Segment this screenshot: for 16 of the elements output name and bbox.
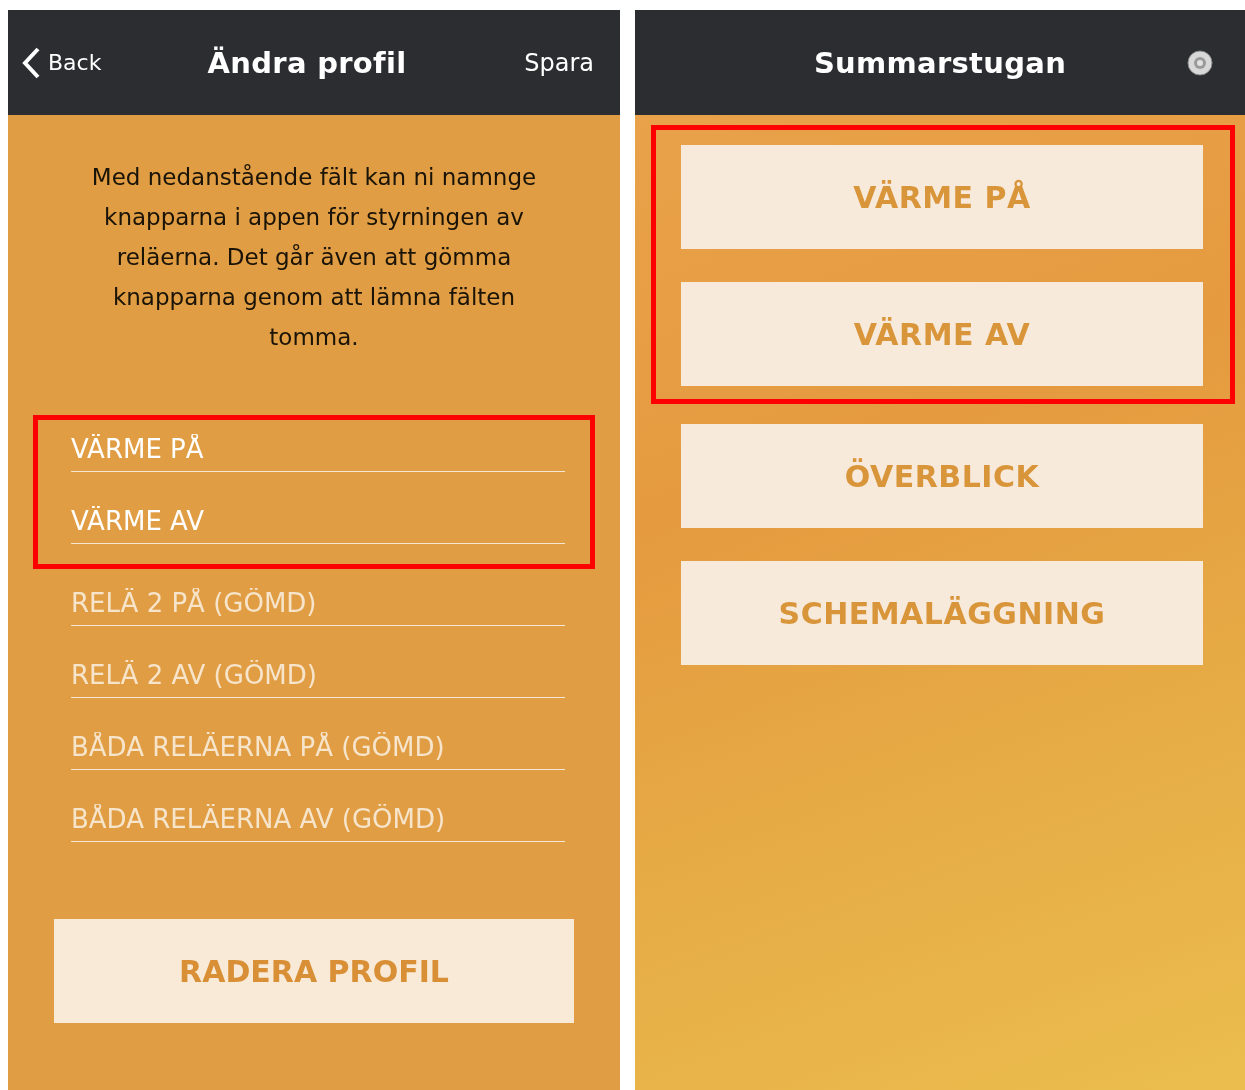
- screen-title: Ändra profil: [207, 45, 407, 80]
- input-field[interactable]: RELÄ 2 AV (GÖMD): [71, 652, 565, 698]
- delete-profile-button[interactable]: RADERA PROFIL: [54, 919, 574, 1023]
- menu-button[interactable]: SCHEMALÄGGNING: [681, 561, 1203, 665]
- menu-button[interactable]: VÄRME PÅ: [681, 145, 1203, 249]
- input-field[interactable]: VÄRME PÅ: [71, 426, 565, 472]
- input-field[interactable]: BÅDA RELÄERNA AV (GÖMD): [71, 796, 565, 842]
- instruction-text: Med nedanstående fält kan ni namnge knapparna i appen för styrningen av reläerna. Det går även att gömma knapparna genom att lämna fälten tomma.: [90, 163, 538, 352]
- input-field[interactable]: RELÄ 2 PÅ (GÖMD): [71, 580, 565, 626]
- screen-title: Summarstugan: [813, 45, 1067, 80]
- menu-button[interactable]: VÄRME AV: [681, 282, 1203, 386]
- input-field[interactable]: VÄRME AV: [71, 498, 565, 544]
- save-button[interactable]: Spara: [484, 48, 594, 77]
- input-field[interactable]: BÅDA RELÄERNA PÅ (GÖMD): [71, 724, 565, 770]
- menu-button[interactable]: ÖVERBLICK: [681, 424, 1203, 528]
- back-button[interactable]: Back: [20, 45, 130, 80]
